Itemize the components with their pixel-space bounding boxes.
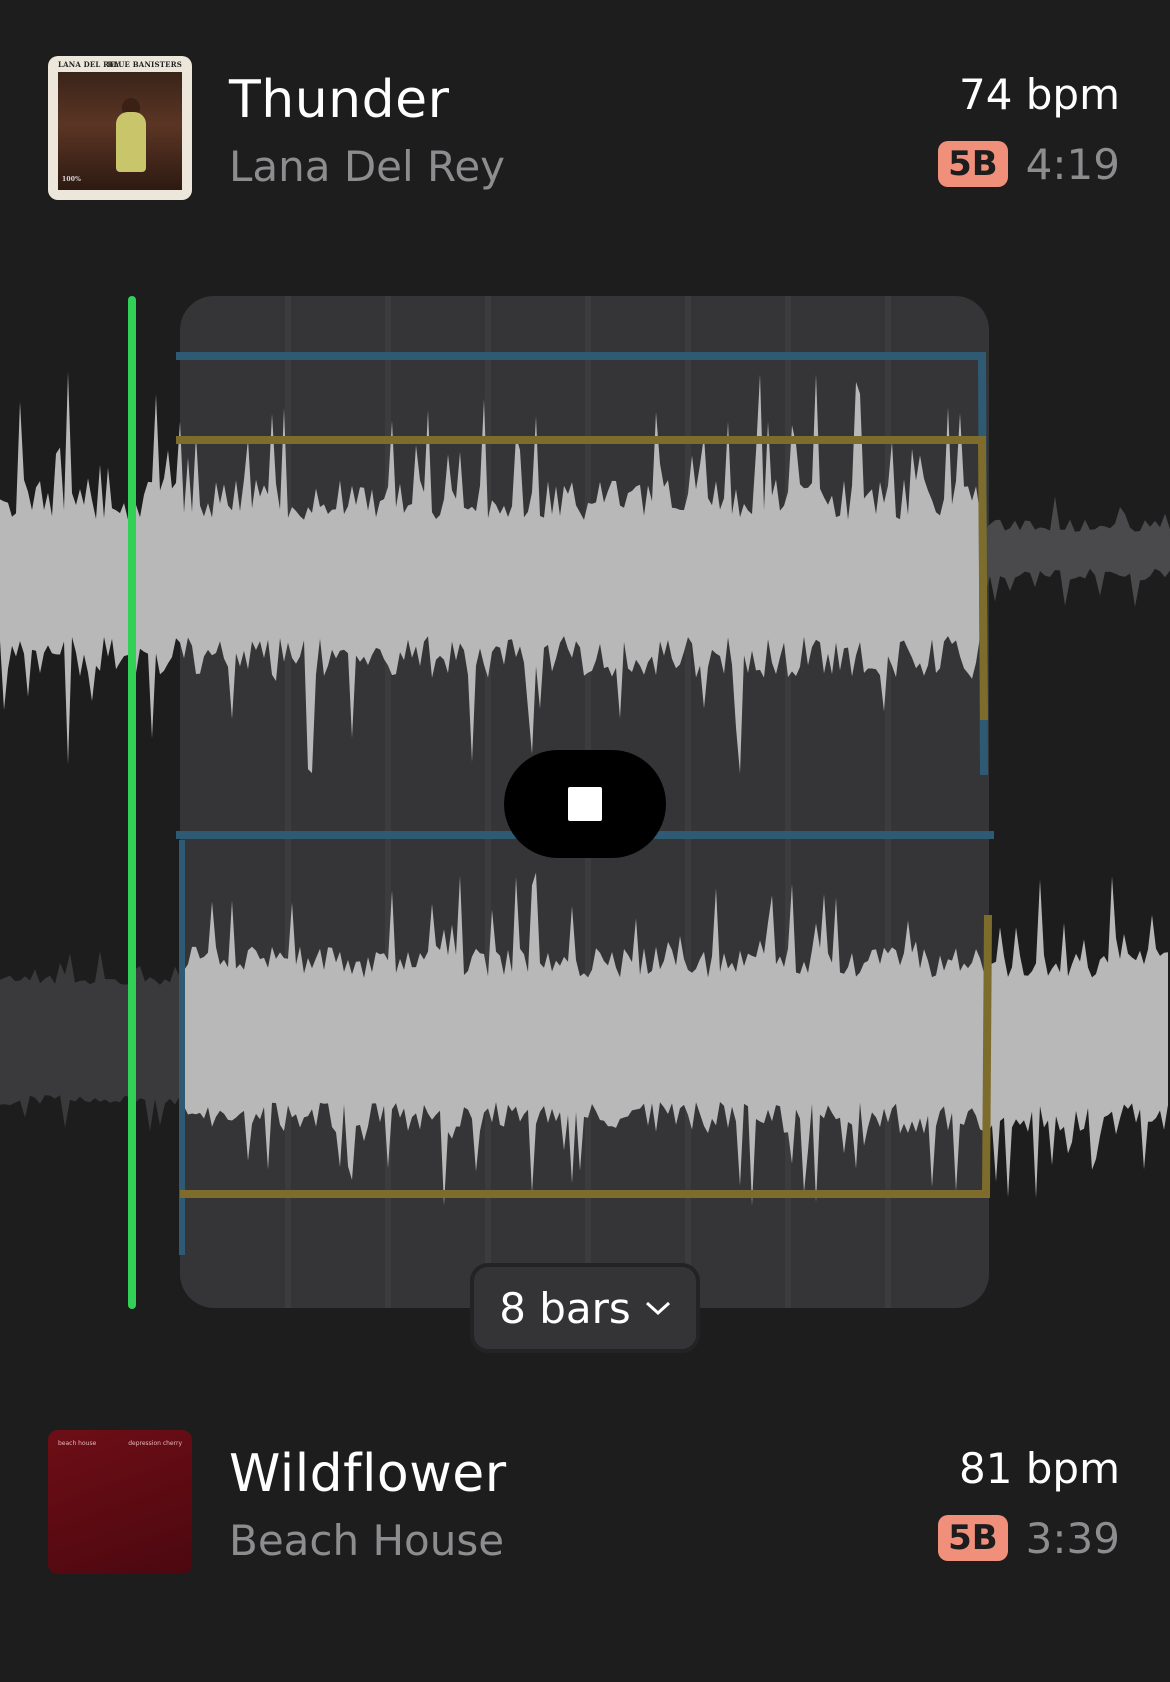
track-meta: 5B 3:39 — [938, 1513, 1120, 1563]
art-caption-corner: 100% — [62, 176, 82, 183]
beat-grid-line — [285, 296, 291, 1308]
track-bpm: 74 bpm — [958, 70, 1120, 119]
stop-button[interactable] — [504, 750, 666, 858]
track-artist: Beach House — [229, 1516, 505, 1565]
track-title: Wildflower — [229, 1444, 507, 1504]
track-row-incoming[interactable]: beach house depression cherry Wildflower… — [0, 1430, 1170, 1580]
track-bpm: 81 bpm — [958, 1444, 1120, 1493]
waveform-incoming-lead — [0, 950, 180, 1131]
playhead[interactable] — [128, 296, 136, 1309]
key-badge: 5B — [938, 1515, 1008, 1561]
waveform-outgoing — [0, 371, 984, 774]
art-caption-right: depression cherry — [128, 1440, 182, 1447]
track-duration: 3:39 — [1025, 1513, 1120, 1563]
art-caption-right: BLUE BANISTERS — [107, 60, 182, 69]
art-caption-left: beach house — [58, 1440, 97, 1447]
track-title: Thunder — [229, 70, 450, 130]
track-artist: Lana Del Rey — [229, 142, 506, 191]
album-art-outgoing: LANA DEL REY BLUE BANISTERS 100% — [48, 56, 192, 200]
waveform-outgoing-tail — [985, 496, 1170, 607]
chevron-down-icon — [645, 1301, 670, 1316]
bars-length-label: 8 bars — [499, 1283, 631, 1333]
key-badge: 5B — [938, 141, 1008, 187]
beat-grid-line — [485, 296, 491, 1308]
waveform-incoming — [180, 872, 1168, 1206]
beat-grid-line — [785, 296, 791, 1308]
album-art-incoming: beach house depression cherry — [48, 1430, 192, 1574]
track-meta: 5B 4:19 — [938, 139, 1120, 189]
bars-length-dropdown[interactable]: 8 bars — [470, 1263, 700, 1353]
beat-grid-line — [685, 296, 691, 1308]
stop-icon — [568, 787, 602, 821]
track-row-outgoing[interactable]: LANA DEL REY BLUE BANISTERS 100% Thunder… — [0, 56, 1170, 206]
track-duration: 4:19 — [1025, 139, 1120, 189]
beat-grid-line — [885, 296, 891, 1308]
